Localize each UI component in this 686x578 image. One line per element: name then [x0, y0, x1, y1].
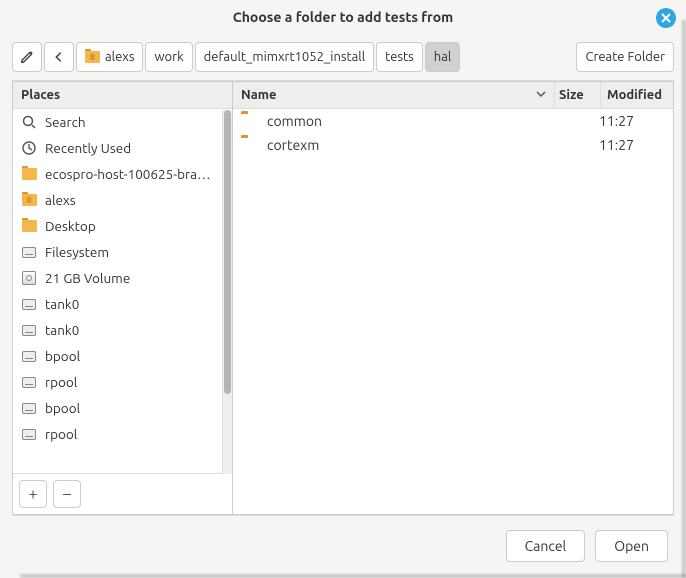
home-folder-icon [21, 192, 37, 208]
sidebar-item-label: rpool [45, 374, 77, 390]
folder-icon [241, 114, 259, 128]
places-scrollbar[interactable] [222, 110, 232, 474]
sidebar-item-label: bpool [45, 400, 80, 416]
chevron-down-icon [536, 89, 546, 99]
places-list: Search Recently Used ecospro-host-100625-b… [13, 109, 232, 473]
sidebar-item[interactable]: ecospro-host-100625-bra… [13, 161, 232, 187]
path-segment[interactable]: tests [376, 42, 423, 72]
column-size-label: Size [559, 88, 584, 102]
path-segment[interactable]: hal [425, 42, 461, 72]
column-headers: Name Size Modified [233, 82, 673, 109]
sidebar-item[interactable]: alexs [13, 187, 232, 213]
drive-icon [21, 400, 37, 416]
file-name: cortexm [267, 137, 547, 153]
path-back-button[interactable] [44, 42, 74, 72]
path-segment[interactable]: work [145, 42, 192, 72]
sidebar-item-label: bpool [45, 348, 80, 364]
titlebar: Choose a folder to add tests from [0, 0, 686, 34]
path-segment[interactable]: default_mimxrt1052_install [195, 42, 374, 72]
file-scrollbar[interactable] [663, 112, 673, 514]
column-modified-label: Modified [607, 88, 662, 102]
dialog-footer: Cancel Open [0, 516, 686, 578]
sidebar-item-label: tank0 [45, 322, 79, 338]
create-folder-label: Create Folder [585, 50, 665, 64]
cancel-label: Cancel [525, 538, 567, 554]
path-segment-label: hal [434, 50, 452, 64]
path-segment-label: alexs [105, 50, 134, 64]
sidebar-item[interactable]: Filesystem [13, 239, 232, 265]
sidebar-item[interactable]: tank0 [13, 317, 232, 343]
cancel-button[interactable]: Cancel [506, 530, 586, 562]
column-header-name[interactable]: Name [233, 82, 555, 108]
sidebar-item-label: ecospro-host-100625-bra… [45, 166, 211, 182]
sidebar-item[interactable]: bpool [13, 395, 232, 421]
drive-icon [21, 374, 37, 390]
toolbar: alexs work default_mimxrt1052_install tests… [0, 34, 686, 80]
sidebar-item-label: Recently Used [45, 140, 131, 156]
sidebar-item-label: alexs [45, 192, 76, 208]
disk-icon [21, 270, 37, 286]
sidebar-item-label: rpool [45, 426, 77, 442]
file-list-pane: Name Size Modified common 11:27 cortexm 11:… [232, 81, 674, 515]
sidebar-item-label: Search [45, 114, 86, 130]
pencil-icon [20, 50, 34, 64]
file-row[interactable]: common 11:27 [233, 109, 673, 133]
chevron-left-icon [52, 50, 66, 64]
path-segment-label: default_mimxrt1052_install [204, 50, 365, 64]
create-folder-button[interactable]: Create Folder [576, 42, 674, 72]
drive-icon [21, 296, 37, 312]
home-folder-icon [85, 51, 100, 63]
sidebar-item[interactable]: Recently Used [13, 135, 232, 161]
open-label: Open [614, 538, 649, 554]
sidebar-item[interactable]: rpool [13, 421, 232, 447]
add-bookmark-button[interactable]: + [19, 480, 47, 508]
sidebar-item[interactable]: Search [13, 109, 232, 135]
path-segment-label: work [154, 50, 183, 64]
places-sidebar: Places Search Recently Used ecospro-host-1… [12, 81, 232, 515]
sidebar-item-label: 21 GB Volume [45, 270, 130, 286]
drive-icon [21, 348, 37, 364]
column-name-label: Name [241, 88, 276, 102]
file-row[interactable]: cortexm 11:27 [233, 133, 673, 157]
drive-icon [21, 426, 37, 442]
close-button[interactable] [656, 8, 676, 28]
folder-icon [21, 166, 37, 182]
clock-icon [21, 140, 37, 156]
folder-icon [241, 138, 259, 152]
places-scrollbar-thumb[interactable] [224, 110, 231, 394]
sidebar-item[interactable]: 21 GB Volume [13, 265, 232, 291]
sidebar-item[interactable]: tank0 [13, 291, 232, 317]
file-name: common [267, 113, 547, 129]
sort-indicator [536, 88, 546, 102]
plus-icon: + [28, 485, 37, 503]
minus-icon: – [63, 485, 71, 503]
search-icon [21, 114, 37, 130]
sidebar-item-label: Filesystem [45, 244, 109, 260]
sidebar-item[interactable]: Desktop [13, 213, 232, 239]
path-segment-label: tests [385, 50, 414, 64]
drive-icon [21, 244, 37, 260]
edit-path-button[interactable] [12, 42, 42, 72]
places-header: Places [13, 82, 232, 109]
drive-icon [21, 322, 37, 338]
file-rows: common 11:27 cortexm 11:27 [233, 109, 673, 514]
close-icon [661, 13, 671, 23]
column-header-size[interactable]: Size [555, 82, 601, 108]
sidebar-item-label: Desktop [45, 218, 96, 234]
path-segment[interactable]: alexs [76, 42, 143, 72]
remove-bookmark-button[interactable]: – [53, 480, 81, 508]
file-modified: 11:27 [593, 113, 665, 129]
open-button[interactable]: Open [595, 530, 668, 562]
window-title: Choose a folder to add tests from [233, 9, 453, 25]
sidebar-item[interactable]: rpool [13, 369, 232, 395]
folder-icon [21, 218, 37, 234]
sidebar-item[interactable]: bpool [13, 343, 232, 369]
file-scrollbar-thumb[interactable] [664, 112, 672, 514]
sidebar-item-label: tank0 [45, 296, 79, 312]
column-header-modified[interactable]: Modified [601, 82, 673, 108]
file-modified: 11:27 [593, 137, 665, 153]
path-bar: alexs work default_mimxrt1052_install tests… [76, 42, 574, 72]
places-toolbar: + – [13, 473, 232, 514]
